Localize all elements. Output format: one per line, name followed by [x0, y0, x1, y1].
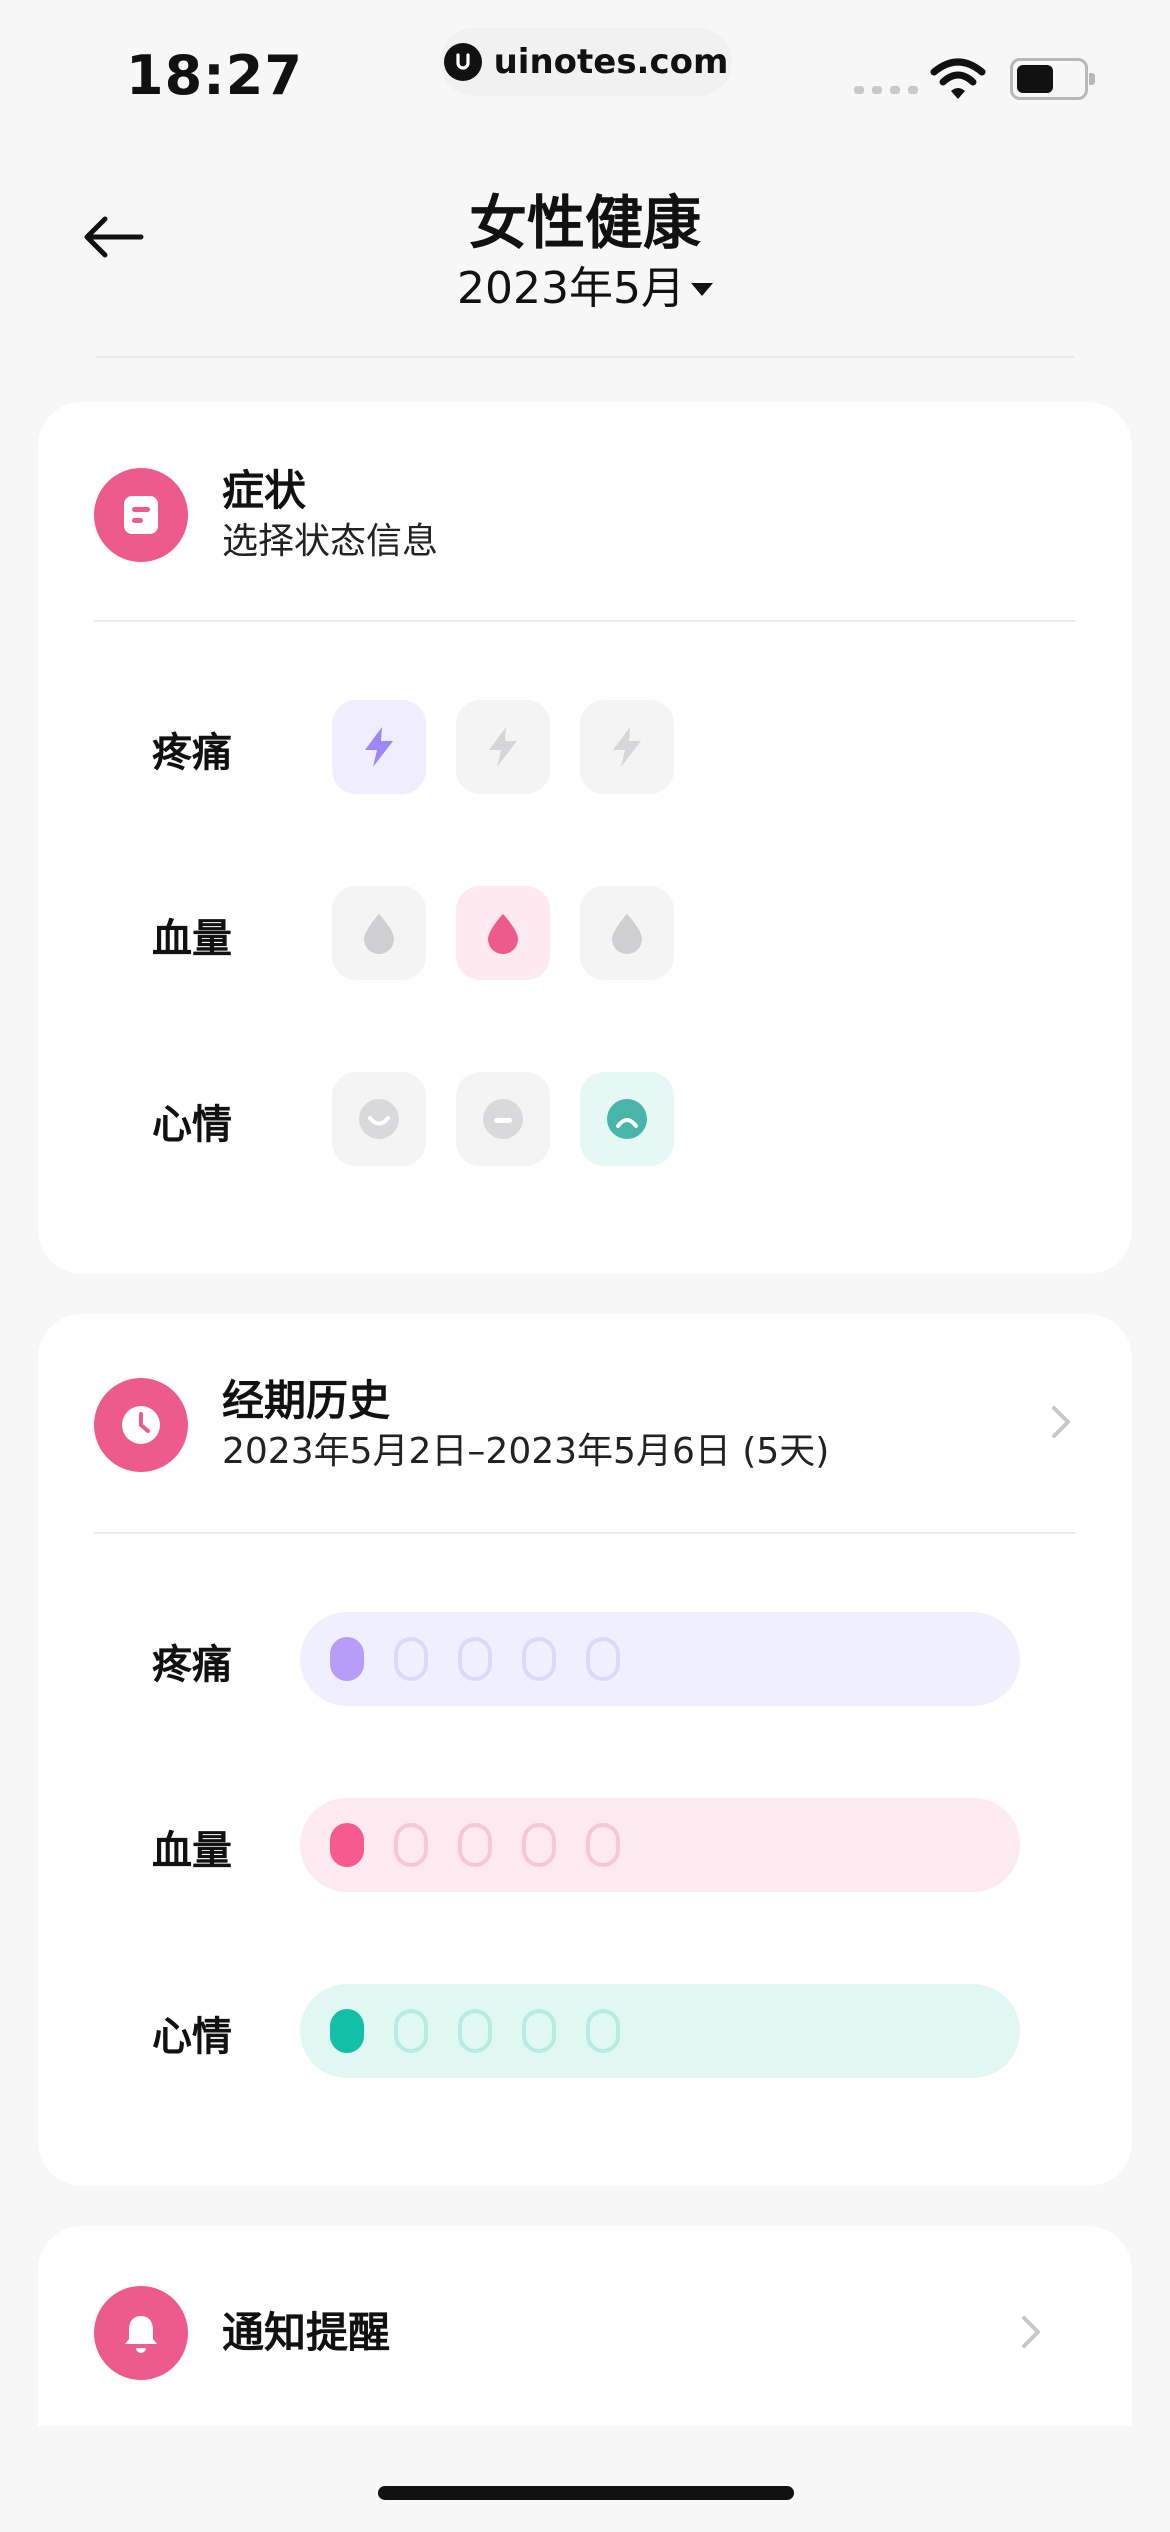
- lightning-icon: [365, 727, 393, 767]
- notification-card[interactable]: 通知提醒: [38, 2226, 1132, 2426]
- day-marker: [522, 2009, 556, 2053]
- notification-title: 通知提醒: [222, 2308, 391, 2357]
- day-marker: [394, 1823, 428, 1867]
- lightning-icon: [489, 727, 517, 767]
- pain-level-2-button[interactable]: [456, 700, 550, 794]
- day-marker: [330, 1637, 364, 1681]
- day-marker: [458, 1637, 492, 1681]
- symptoms-card: 症状 选择状态信息 疼痛 血量 心情: [38, 402, 1132, 1274]
- period-history-card[interactable]: 经期历史 2023年5月2日–2023年5月6日 (5天) 疼痛 血量 心情: [38, 1314, 1132, 2186]
- pain-label: 疼痛: [152, 730, 232, 776]
- home-indicator: [378, 2486, 794, 2500]
- uinotes-logo-icon: [443, 43, 482, 81]
- flow-level-2-button[interactable]: [456, 886, 550, 980]
- caret-down-icon: [690, 282, 713, 296]
- wifi-icon: [930, 58, 986, 99]
- cellular-signal-icon: [854, 86, 918, 94]
- smile-face-icon: [359, 1099, 399, 1139]
- history-mood-label: 心情: [152, 2014, 232, 2060]
- day-marker: [330, 1823, 364, 1867]
- pain-level-1-button[interactable]: [332, 700, 426, 794]
- chevron-right-icon: [1022, 2316, 1040, 2348]
- neutral-face-icon: [483, 1099, 523, 1139]
- history-date-range: 2023年5月2日–2023年5月6日 (5天): [222, 1431, 830, 1472]
- day-marker: [586, 1823, 620, 1867]
- history-flow-bar: [300, 1798, 1020, 1892]
- watermark-text: uinotes.com: [493, 42, 729, 82]
- day-marker: [330, 2009, 364, 2053]
- lightning-icon: [613, 727, 641, 767]
- pain-level-3-button[interactable]: [580, 700, 674, 794]
- sad-face-icon: [607, 1099, 647, 1139]
- history-pain-bar: [300, 1612, 1020, 1706]
- history-pain-label: 疼痛: [152, 1642, 232, 1688]
- chevron-right-icon: [1052, 1406, 1070, 1438]
- day-marker: [522, 1823, 556, 1867]
- symptom-list-icon: [94, 468, 188, 562]
- mood-sad-button[interactable]: [580, 1072, 674, 1166]
- droplet-icon: [364, 914, 394, 954]
- page-title: 女性健康: [468, 189, 701, 257]
- symptoms-title: 症状: [222, 466, 307, 515]
- day-marker: [458, 2009, 492, 2053]
- status-time: 18:27: [126, 44, 303, 107]
- card-divider: [94, 620, 1076, 622]
- card-divider: [94, 1532, 1076, 1534]
- history-mood-bar: [300, 1984, 1020, 2078]
- mood-happy-button[interactable]: [332, 1072, 426, 1166]
- droplet-icon: [612, 914, 642, 954]
- month-label: 2023年5月: [457, 263, 685, 314]
- symptoms-subtitle: 选择状态信息: [222, 521, 439, 562]
- clock-icon: [94, 1378, 188, 1472]
- day-marker: [394, 1637, 428, 1681]
- mood-label: 心情: [152, 1102, 232, 1148]
- flow-level-3-button[interactable]: [580, 886, 674, 980]
- month-selector[interactable]: 2023年5月: [0, 252, 1170, 316]
- header-divider: [96, 356, 1074, 358]
- flow-label: 血量: [152, 916, 232, 962]
- history-flow-label: 血量: [152, 1828, 232, 1874]
- bell-icon: [94, 2286, 188, 2380]
- day-marker: [586, 1637, 620, 1681]
- day-marker: [522, 1637, 556, 1681]
- history-title: 经期历史: [222, 1376, 391, 1425]
- mood-neutral-button[interactable]: [456, 1072, 550, 1166]
- day-marker: [458, 1823, 492, 1867]
- watermark-badge: uinotes.com: [440, 28, 732, 96]
- battery-icon: [1010, 58, 1095, 100]
- status-bar: 18:27 uinotes.com: [0, 0, 1170, 140]
- flow-level-1-button[interactable]: [332, 886, 426, 980]
- page-header: 女性健康 2023年5月: [0, 150, 1170, 360]
- day-marker: [586, 2009, 620, 2053]
- droplet-icon: [488, 914, 518, 954]
- day-marker: [394, 2009, 428, 2053]
